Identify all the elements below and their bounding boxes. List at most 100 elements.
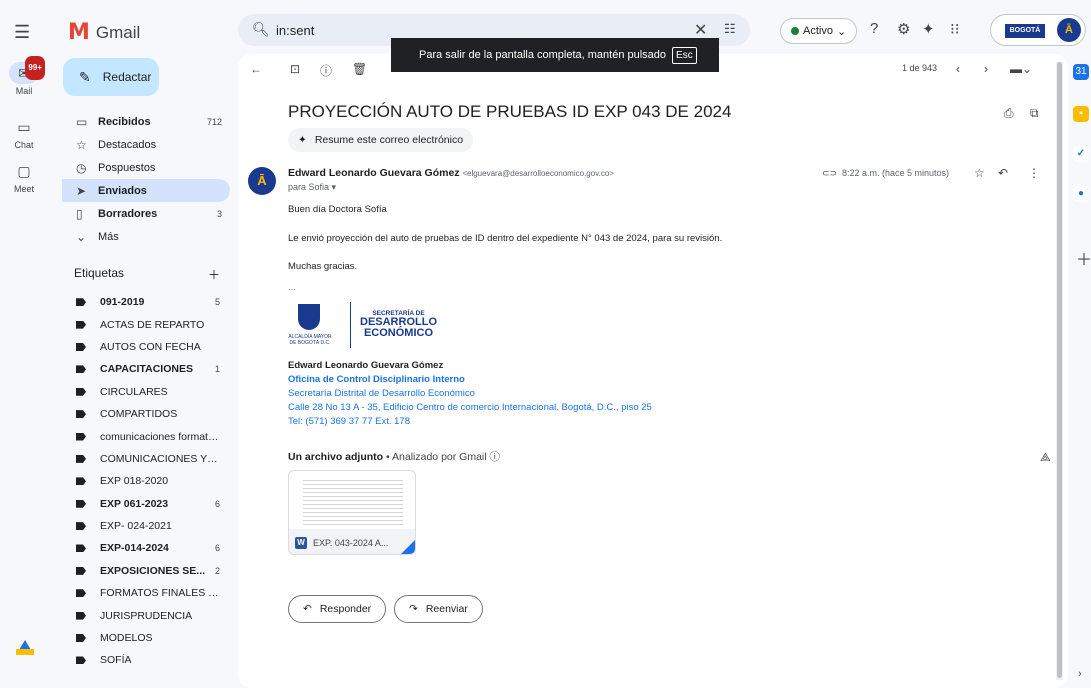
- tasks-icon[interactable]: ✓: [1073, 146, 1089, 162]
- label-item[interactable]: JURISPRUDENCIA: [62, 604, 230, 626]
- recipient-text: para Sofia: [288, 182, 330, 192]
- reply-icon[interactable]: ↶: [998, 166, 1008, 180]
- scrollbar-thumb[interactable]: [1057, 62, 1062, 678]
- label-name: COMUNICACIONES Y/O ...: [100, 452, 220, 465]
- add-addon-icon[interactable]: ＋: [1076, 246, 1091, 270]
- gemini-icon[interactable]: ✦: [922, 20, 935, 38]
- label-item[interactable]: SOFÍA: [62, 649, 230, 671]
- contacts-icon[interactable]: ●: [1073, 186, 1089, 202]
- forward-button[interactable]: ↷ Reenviar: [394, 595, 483, 623]
- input-tools-icon[interactable]: ▬⌄: [1010, 62, 1032, 76]
- nav-item-inbox[interactable]: ▭ Recibidos 712: [62, 110, 230, 133]
- document-thumbnail: [303, 477, 403, 527]
- print-icon[interactable]: ⎙: [1004, 106, 1014, 121]
- back-arrow-icon[interactable]: ←: [250, 62, 262, 76]
- nav-label: Pospuestos: [98, 161, 156, 174]
- label-name: EXP- 024-2021: [100, 520, 172, 533]
- trimmed-content-toggle[interactable]: ...: [288, 282, 296, 293]
- nav-item-more[interactable]: ⌄ Más: [62, 225, 230, 248]
- label-tag-icon: [76, 387, 86, 396]
- chevron-down-icon: ⌄: [836, 25, 847, 38]
- report-spam-icon[interactable]: ⓘ: [320, 62, 332, 79]
- signature-entity: Secretaría Distrital de Desarrollo Econó…: [288, 388, 475, 399]
- nav-label: Enviados: [98, 184, 147, 197]
- label-item[interactable]: 091-2019 5: [62, 291, 230, 313]
- rail-mail-label: Mail: [15, 86, 33, 96]
- toast-text: Para salir de la pantalla completa, mant…: [419, 49, 667, 61]
- label-tag-icon: [76, 342, 86, 351]
- rail-chat[interactable]: ▭ Chat: [0, 116, 48, 150]
- search-options-icon[interactable]: ☷: [724, 21, 736, 37]
- label-item[interactable]: CAPACITACIONES 1: [62, 358, 230, 380]
- delete-icon[interactable]: 🗑︎: [352, 62, 367, 76]
- send-icon: ➤: [76, 183, 87, 198]
- status-dropdown[interactable]: Activo ⌄: [780, 18, 858, 44]
- info-icon[interactable]: ⓘ: [490, 451, 501, 463]
- label-name: AUTOS CON FECHA: [100, 340, 201, 353]
- sender-line: Edward Leonardo Guevara Gómez <elguevara…: [288, 167, 614, 179]
- label-tag-icon: [76, 544, 86, 553]
- star-icon[interactable]: ☆: [974, 166, 985, 180]
- drive-icon[interactable]: [16, 640, 34, 655]
- label-item[interactable]: CIRCULARES: [62, 381, 230, 403]
- label-item[interactable]: MODELOS: [62, 627, 230, 649]
- reply-button[interactable]: ↶ Responder: [288, 595, 387, 623]
- label-name: CAPACITACIONES: [100, 363, 193, 376]
- attachment-card[interactable]: W EXP. 043-2024 A...: [288, 470, 416, 555]
- label-item[interactable]: comunicaciones formato...: [62, 425, 230, 447]
- label-item[interactable]: AUTOS CON FECHA: [62, 336, 230, 358]
- apps-grid-icon[interactable]: ⁝⁝: [950, 20, 960, 38]
- mail-icon: ✉ 99+: [9, 56, 45, 84]
- calendar-icon[interactable]: 31: [1073, 64, 1089, 80]
- nav-label: Borradores: [98, 207, 158, 220]
- label-item[interactable]: EXP 061-2023 6: [62, 493, 230, 515]
- label-item[interactable]: COMPARTIDOS: [62, 403, 230, 425]
- scrollbar[interactable]: [1056, 62, 1063, 680]
- account-avatar[interactable]: Ā: [1057, 18, 1081, 42]
- account-switcher[interactable]: BOGOTÁ Ā: [990, 14, 1086, 46]
- rail-meet[interactable]: ▢ Meet: [0, 160, 48, 194]
- clear-search-icon[interactable]: ✕: [694, 20, 707, 40]
- nav-item-drafts[interactable]: ▯ Borradores 3: [62, 202, 230, 225]
- file-corner-icon: [401, 540, 415, 554]
- settings-icon[interactable]: ⚙: [897, 20, 910, 38]
- gmail-logo[interactable]: M Gmail: [68, 20, 140, 45]
- clock-icon: ◷: [76, 160, 87, 175]
- label-item[interactable]: EXP 018-2020: [62, 470, 230, 492]
- nav-count: 712: [206, 116, 222, 127]
- label-item[interactable]: COMUNICACIONES Y/O ...: [62, 448, 230, 470]
- labels-header: Etiquetas ＋: [74, 266, 220, 283]
- nav-item-snoozed[interactable]: ◷ Pospuestos: [62, 156, 230, 179]
- nav-item-starred[interactable]: ☆ Destacados: [62, 133, 230, 156]
- add-label-icon[interactable]: ＋: [208, 266, 220, 283]
- label-item[interactable]: EXPOSICIONES SE... 2: [62, 560, 230, 582]
- open-new-window-icon[interactable]: ⧉: [1030, 106, 1039, 121]
- signature-logo: ALCALDÍA MAYOR DE BOGOTÁ D.C. SECRETARÍA…: [288, 300, 458, 352]
- prev-page-icon[interactable]: ‹: [956, 62, 960, 76]
- add-to-drive-icon[interactable]: ⟁: [1040, 450, 1051, 465]
- label-item[interactable]: ACTAS DE REPARTO: [62, 313, 230, 335]
- show-side-panel-icon[interactable]: ›: [1078, 668, 1082, 680]
- next-page-icon[interactable]: ›: [984, 62, 988, 76]
- keep-icon[interactable]: ▪: [1073, 106, 1089, 122]
- rail-mail[interactable]: ✉ 99+ Mail: [0, 56, 48, 96]
- label-item[interactable]: EXP-014-2024 6: [62, 537, 230, 559]
- sender-avatar[interactable]: Ā: [248, 167, 276, 195]
- summarize-label: Resume este correo electrónico: [314, 134, 464, 146]
- nav-label: Más: [98, 230, 119, 243]
- search-icon[interactable]: 🔍︎: [252, 21, 270, 38]
- label-item[interactable]: EXP- 024-2021: [62, 515, 230, 537]
- help-icon[interactable]: ?: [870, 20, 878, 37]
- summarize-button[interactable]: ✦ Resume este correo electrónico: [288, 128, 474, 152]
- nav-item-sent[interactable]: ➤ Enviados: [62, 179, 230, 202]
- archive-icon[interactable]: ⊡: [290, 62, 300, 76]
- attachment-indicator-icon: ⊂⊃: [822, 168, 838, 178]
- body-paragraph: Le envió proyección del auto de pruebas …: [288, 233, 723, 244]
- recipients-dropdown[interactable]: para Sofia ▾: [288, 182, 336, 193]
- more-vert-icon[interactable]: ⋮: [1028, 166, 1040, 180]
- label-item[interactable]: FORMATOS FINALES PR...: [62, 582, 230, 604]
- sender-name[interactable]: Edward Leonardo Guevara Gómez: [288, 167, 460, 179]
- search-input[interactable]: [276, 20, 676, 40]
- compose-button[interactable]: ✎ Redactar: [63, 58, 159, 96]
- main-menu-icon[interactable]: ☰: [14, 22, 30, 43]
